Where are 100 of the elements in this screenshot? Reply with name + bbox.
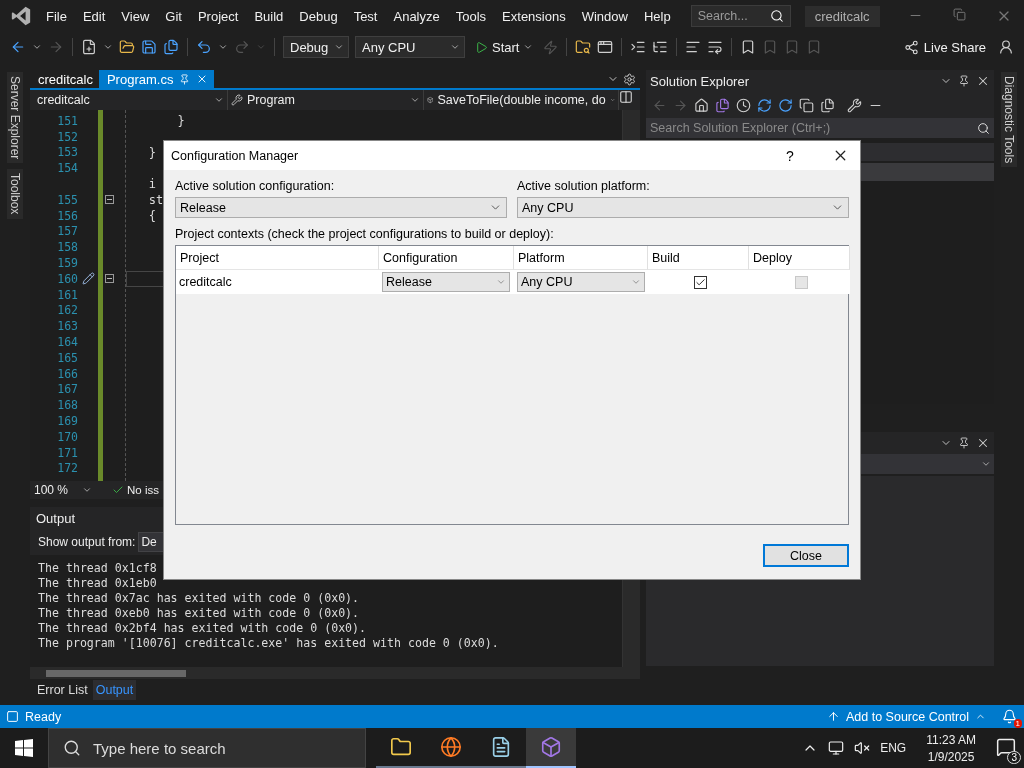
configuration-dropdown[interactable]: Release [175, 197, 507, 218]
code-line: i [147, 177, 156, 192]
indent-icon[interactable] [630, 39, 647, 55]
panel-title: Solution Explorer [650, 73, 749, 89]
menu-item[interactable]: Help [635, 8, 679, 24]
column-header[interactable]: Platform [514, 246, 648, 270]
back-icon[interactable] [10, 39, 26, 55]
arrow-icon [827, 710, 840, 723]
align-icon[interactable] [685, 39, 702, 55]
search-field[interactable]: Search... [690, 5, 791, 27]
panel-tab[interactable]: Error List [34, 680, 91, 700]
settings-icon[interactable] [623, 72, 636, 86]
status-text: Ready [25, 709, 62, 724]
refresh-icon[interactable] [778, 97, 793, 113]
show-files-icon[interactable] [820, 97, 835, 113]
folder-icon[interactable] [390, 736, 412, 758]
menu-item[interactable]: Test [345, 8, 386, 24]
feedback-icon[interactable] [998, 39, 1014, 55]
column-header[interactable]: Project [176, 246, 379, 270]
platform-dropdown[interactable]: Any CPU [355, 36, 465, 58]
split-icon[interactable] [619, 90, 633, 104]
configuration-dropdown[interactable]: Debug [283, 36, 349, 58]
scrollbar[interactable] [30, 667, 640, 679]
files-icon[interactable] [715, 97, 730, 113]
line-number: 167 [56, 382, 78, 397]
pin-icon[interactable] [958, 437, 970, 449]
platform-dropdown[interactable]: Any CPU [517, 272, 645, 292]
line-number: 165 [56, 350, 78, 365]
collapse-icon[interactable] [799, 97, 814, 113]
menu-item[interactable]: View [113, 8, 158, 24]
menu-item[interactable]: Edit [74, 8, 114, 24]
zoom-dropdown[interactable]: 100 % [34, 483, 106, 497]
search-field[interactable]: Search Solution Explorer (Ctrl+;) [646, 118, 994, 138]
search-icon [63, 739, 81, 757]
share-icon [903, 39, 919, 55]
panel-title: Output [35, 510, 77, 528]
column-header[interactable]: Build [648, 246, 749, 270]
editor-tab[interactable]: creditcalc [30, 70, 99, 88]
history-icon[interactable] [736, 97, 751, 113]
menu-item[interactable]: Tools [447, 8, 495, 24]
platform-dropdown[interactable]: Any CPU [517, 197, 849, 218]
issues-indicator[interactable]: No iss [112, 484, 159, 496]
help-button[interactable]: ? [770, 147, 810, 164]
properties-icon[interactable] [847, 97, 862, 113]
pin-icon[interactable] [958, 75, 970, 87]
folder-search-icon[interactable] [575, 39, 592, 55]
save-all-icon[interactable] [163, 39, 179, 55]
volume-icon[interactable] [854, 740, 871, 756]
start-icon[interactable] [15, 739, 33, 757]
clock-time: 11:23 AM [926, 732, 976, 747]
panel-tab[interactable]: Output [92, 680, 137, 700]
source-control-button[interactable]: Add to Source Control [827, 709, 986, 724]
column-header[interactable]: Deploy [749, 246, 850, 270]
fold-toggle[interactable] [104, 274, 114, 284]
line-number: 170 [56, 429, 78, 444]
caret-icon [981, 459, 991, 469]
close-icon[interactable] [976, 74, 990, 88]
taskbar-search-field[interactable]: Type here to search [48, 728, 366, 768]
line-number: 169 [56, 414, 78, 429]
restore-icon[interactable] [953, 8, 966, 21]
menu-item[interactable]: Project [189, 8, 247, 24]
live-share-button[interactable]: Live Share [897, 39, 992, 55]
caret-icon[interactable] [103, 42, 113, 52]
menu-item[interactable]: Build [246, 8, 292, 24]
wrap-icon[interactable] [707, 39, 724, 55]
tree-icon[interactable] [652, 39, 669, 55]
notepad-icon[interactable] [490, 736, 512, 758]
sync-icon[interactable] [757, 97, 772, 113]
window-icon[interactable] [597, 39, 614, 55]
menu-item[interactable]: Git [157, 8, 190, 24]
output-line: The thread 0xeb0 has exited with code 0 (0x0). [38, 606, 361, 621]
side-tab[interactable]: Diagnostic Tools [1001, 72, 1017, 168]
field-label: Active solution platform: [517, 179, 651, 193]
column-header[interactable]: Configuration [379, 246, 514, 270]
menu-item[interactable]: Extensions [494, 8, 574, 24]
menu-item[interactable]: Analyze [385, 8, 448, 24]
new-item-icon[interactable] [81, 39, 97, 55]
open-folder-icon[interactable] [119, 39, 135, 55]
caret-icon[interactable] [218, 42, 228, 52]
fold-toggle[interactable] [104, 195, 114, 205]
menu-item[interactable]: File [38, 8, 75, 24]
start-button[interactable]: Start [471, 39, 538, 55]
save-icon[interactable] [141, 39, 157, 55]
close-button[interactable]: Close [763, 544, 849, 567]
caret-icon [82, 485, 93, 495]
menu-item[interactable]: Debug [291, 8, 346, 24]
studio-icon[interactable] [540, 736, 562, 758]
caret-icon[interactable] [32, 42, 42, 52]
language-indicator[interactable]: ENG [880, 741, 907, 755]
browser-icon[interactable] [440, 736, 462, 758]
menu-item[interactable]: Window [573, 8, 636, 24]
undo-icon[interactable] [196, 39, 212, 55]
home-icon[interactable] [694, 97, 709, 113]
build-checkbox[interactable] [693, 275, 707, 289]
close-icon[interactable] [976, 436, 990, 450]
network-icon[interactable] [828, 740, 845, 756]
taskbar-app[interactable] [526, 728, 576, 768]
side-tab[interactable]: Server Explorer [7, 72, 23, 164]
configuration-dropdown[interactable]: Release [382, 272, 510, 292]
side-tab[interactable]: Toolbox [7, 169, 23, 219]
